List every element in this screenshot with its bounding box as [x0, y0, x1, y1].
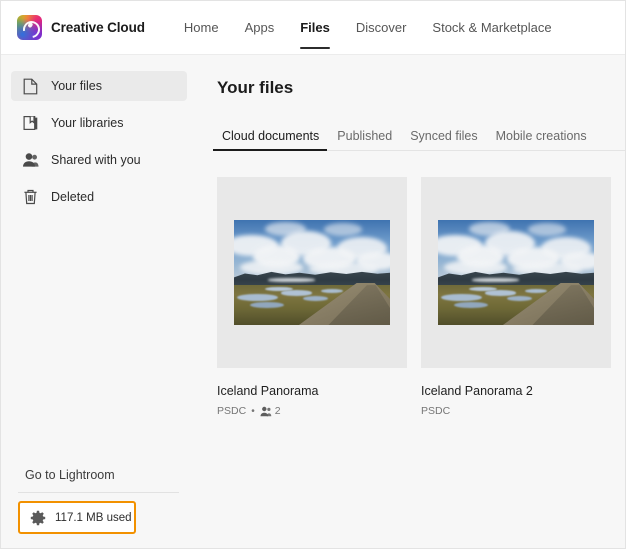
file-format-label: PSDC: [217, 405, 246, 417]
sidebar-item-your-libraries[interactable]: Your libraries: [11, 108, 187, 138]
file-card-meta: PSDC • 2: [217, 405, 407, 417]
file-thumbnail-container: [421, 177, 611, 368]
creative-cloud-logo-icon: [17, 15, 42, 40]
sidebar-item-deleted[interactable]: Deleted: [11, 182, 187, 212]
brand-name: Creative Cloud: [51, 20, 145, 35]
storage-usage-text: 117.1 MB used: [55, 512, 132, 524]
file-card[interactable]: Iceland Panorama PSDC • 2: [217, 177, 407, 417]
nav-item-files[interactable]: Files: [287, 1, 343, 55]
sidebar-item-label: Your libraries: [51, 116, 124, 130]
file-format-label: PSDC: [421, 405, 450, 417]
sidebar-item-label: Shared with you: [51, 153, 141, 167]
trash-icon: [21, 188, 40, 207]
sidebar-divider: [18, 492, 179, 493]
nav-item-apps[interactable]: Apps: [232, 1, 288, 55]
document-icon: [21, 77, 40, 96]
tab-cloud-documents[interactable]: Cloud documents: [213, 129, 328, 151]
nav-item-home[interactable]: Home: [171, 1, 232, 55]
file-card-grid: Iceland Panorama PSDC • 2: [197, 177, 625, 417]
top-navigation-bar: Creative Cloud Home Apps Files Discover …: [1, 1, 625, 55]
sidebar-item-your-files[interactable]: Your files: [11, 71, 187, 101]
go-to-lightroom-link[interactable]: Go to Lightroom: [25, 468, 115, 482]
shared-count: 2: [275, 405, 281, 417]
sidebar: Your files Your libraries: [1, 55, 197, 548]
file-thumbnail-image: [438, 220, 594, 325]
people-icon: [260, 405, 272, 417]
page-title: Your files: [217, 78, 625, 98]
sidebar-item-label: Your files: [51, 79, 102, 93]
tab-synced-files[interactable]: Synced files: [401, 129, 486, 151]
file-thumbnail-container: [217, 177, 407, 368]
file-card-title: Iceland Panorama 2: [421, 384, 611, 398]
brand[interactable]: Creative Cloud: [17, 15, 145, 40]
nav-item-discover[interactable]: Discover: [343, 1, 420, 55]
nav-item-stock-marketplace[interactable]: Stock & Marketplace: [419, 1, 564, 55]
sidebar-nav-list: Your files Your libraries: [1, 55, 197, 212]
main-content: Your files Cloud documents Published Syn…: [197, 55, 625, 548]
sidebar-item-label: Deleted: [51, 190, 94, 204]
file-card-title: Iceland Panorama: [217, 384, 407, 398]
storage-usage-button[interactable]: 117.1 MB used: [18, 501, 136, 534]
books-icon: [21, 114, 40, 133]
meta-separator: •: [251, 406, 255, 417]
file-card-meta: PSDC: [421, 405, 611, 417]
sidebar-item-shared-with-you[interactable]: Shared with you: [11, 145, 187, 175]
person-icon: [21, 151, 40, 170]
content-tabs: Cloud documents Published Synced files M…: [197, 119, 625, 151]
gear-icon: [29, 509, 46, 526]
tab-mobile-creations[interactable]: Mobile creations: [487, 129, 596, 151]
file-card[interactable]: Iceland Panorama 2 PSDC: [421, 177, 611, 417]
file-thumbnail-image: [234, 220, 390, 325]
creative-cloud-window: Creative Cloud Home Apps Files Discover …: [0, 0, 626, 549]
main-nav: Home Apps Files Discover Stock & Marketp…: [171, 1, 565, 55]
tab-published[interactable]: Published: [328, 129, 401, 151]
